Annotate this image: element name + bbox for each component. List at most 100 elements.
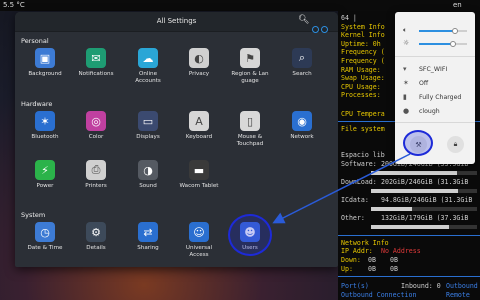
- down-value-2: 0B: [390, 256, 398, 264]
- settings-item-background[interactable]: ▣ Background: [20, 48, 70, 78]
- volume-slider-knob[interactable]: [452, 28, 458, 34]
- user-icon: ●: [403, 107, 410, 115]
- settings-item-sharing[interactable]: ⇄ Sharing: [123, 222, 173, 252]
- terminal-line: Frequency (: [341, 57, 385, 65]
- terminal-line: Swap Usage:: [341, 74, 385, 83]
- user-row[interactable]: ● clough: [403, 107, 440, 115]
- settings-item-details[interactable]: ⚙ Details: [71, 222, 121, 252]
- lock-icon[interactable]: 🔒︎: [447, 136, 464, 153]
- settings-item-sound[interactable]: ◑ Sound: [123, 160, 173, 190]
- settings-item-region[interactable]: ⚑ Region & Lan guage: [225, 48, 275, 85]
- down-label: Down:: [341, 256, 361, 264]
- maximize-button[interactable]: [321, 26, 328, 33]
- search-settings-icon: ⌕: [292, 48, 312, 68]
- down-value: 0B: [368, 256, 376, 264]
- terminal-line: 64 |: [341, 14, 357, 22]
- section-title-system: System: [21, 211, 46, 219]
- minimize-button[interactable]: [312, 26, 319, 33]
- settings-item-wacom[interactable]: ▬ Wacom Tablet: [174, 160, 224, 190]
- terminal-divider: [338, 235, 480, 236]
- bluetooth-label: Off: [419, 79, 429, 87]
- color-icon: ◎: [86, 111, 106, 131]
- settings-item-label: Sound: [139, 183, 157, 189]
- weather-temperature[interactable]: 5.5 °C: [3, 1, 25, 9]
- settings-item-label: Date & Time: [27, 245, 63, 251]
- settings-item-printers[interactable]: ⎙ Printers: [71, 160, 121, 190]
- settings-item-displays[interactable]: ▭ Displays: [123, 111, 173, 141]
- download-bar-fill: [371, 189, 458, 193]
- settings-item-notifications[interactable]: ✉ Notifications: [71, 48, 121, 78]
- outbound-label: Outbound: [446, 282, 478, 290]
- settings-item-privacy[interactable]: ◐ Privacy: [174, 48, 224, 78]
- settings-item-label: Sharing: [137, 245, 159, 251]
- settings-item-label: Online Accounts: [135, 71, 161, 84]
- brightness-slider-knob[interactable]: [450, 41, 456, 47]
- network-icon: ◉: [292, 111, 312, 131]
- terminal-line: Frequency (: [341, 48, 385, 57]
- settings-item-label: Details: [86, 245, 106, 251]
- ip-addr-value: No Address: [381, 247, 421, 255]
- top-bar: 5.5 °C en: [0, 0, 480, 11]
- espacio-label: Espacio lib: [341, 151, 385, 159]
- user-label: clough: [419, 107, 440, 115]
- section-title-personal: Personal: [21, 37, 49, 45]
- settings-item-search-settings[interactable]: ⌕ Search: [277, 48, 327, 78]
- settings-item-label: Notifications: [78, 71, 114, 77]
- terminal-divider: [338, 276, 480, 277]
- download-label: DownLoad:: [341, 178, 377, 186]
- brightness-slider[interactable]: [419, 41, 467, 47]
- battery-row[interactable]: ▮ Fully Charged: [403, 93, 461, 101]
- notifications-icon: ✉: [86, 48, 106, 68]
- keyboard-layout-indicator[interactable]: en: [453, 1, 462, 9]
- printers-icon: ⎙: [86, 160, 106, 180]
- settings-item-label: Color: [88, 134, 104, 140]
- settings-item-color[interactable]: ◎ Color: [71, 111, 121, 141]
- settings-item-label: Power: [36, 183, 54, 189]
- bluetooth-row[interactable]: ✶ Off: [403, 79, 428, 87]
- keyboard-icon: A: [189, 111, 209, 131]
- settings-item-power[interactable]: ⚡ Power: [20, 160, 70, 190]
- settings-item-label: Network: [290, 134, 314, 140]
- terminal-line: System Info: [341, 22, 385, 31]
- search-icon[interactable]: 🔍︎: [298, 15, 309, 25]
- settings-item-label: Keyboard: [185, 134, 213, 140]
- settings-item-mouse[interactable]: ▯ Mouse & Touchpad: [225, 111, 275, 148]
- download-value: 202GiB/246GiB (31.3GiB: [381, 178, 469, 186]
- wacom-icon: ▬: [189, 160, 209, 180]
- settings-item-online-accounts[interactable]: ☁ Online Accounts: [123, 48, 173, 85]
- clock-icon: ◷: [35, 222, 55, 242]
- settings-item-clock[interactable]: ◷ Date & Time: [20, 222, 70, 252]
- section-title-hardware: Hardware: [21, 100, 53, 108]
- settings-item-label: Search: [292, 71, 312, 77]
- displays-icon: ▭: [138, 111, 158, 131]
- settings-item-accessibility[interactable]: ☺ Universal Access: [174, 222, 224, 259]
- icdata-label: ICdata:: [341, 196, 369, 204]
- terminal-line: RAM Usage:: [341, 65, 381, 74]
- settings-item-network[interactable]: ◉ Network: [277, 111, 327, 141]
- outbound-connection-label: Outbound Connection: [341, 291, 417, 299]
- ports-label: Port(s): [341, 282, 369, 290]
- brightness-slider-fill: [419, 43, 453, 45]
- window-title: All Settings: [156, 17, 197, 25]
- settings-item-label: Displays: [136, 134, 160, 140]
- settings-button-highlight-annotation: [403, 130, 433, 156]
- settings-item-label: Privacy: [188, 71, 210, 77]
- wifi-icon: ▾: [403, 65, 407, 73]
- up-value: 0B: [368, 265, 376, 273]
- battery-label: Fully Charged: [419, 93, 462, 101]
- window-controls: [312, 18, 330, 37]
- volume-slider[interactable]: [419, 28, 467, 34]
- settings-item-keyboard[interactable]: A Keyboard: [174, 111, 224, 141]
- accessibility-icon: ☺: [189, 222, 209, 242]
- wifi-row[interactable]: ▾ SFC_WIFI: [403, 65, 447, 73]
- file-system-label: File system: [341, 125, 385, 133]
- bluetooth-icon: ✶: [35, 111, 55, 131]
- settings-item-label: Printers: [85, 183, 107, 189]
- other-label: Other:: [341, 214, 365, 222]
- icdata-value: 94.8GiB/246GiB (31.3GiB: [381, 196, 473, 204]
- background-icon: ▣: [35, 48, 55, 68]
- settings-item-bluetooth[interactable]: ✶ Bluetooth: [20, 111, 70, 141]
- details-icon: ⚙: [86, 222, 106, 242]
- settings-item-label: Bluetooth: [31, 134, 59, 140]
- privacy-icon: ◐: [189, 48, 209, 68]
